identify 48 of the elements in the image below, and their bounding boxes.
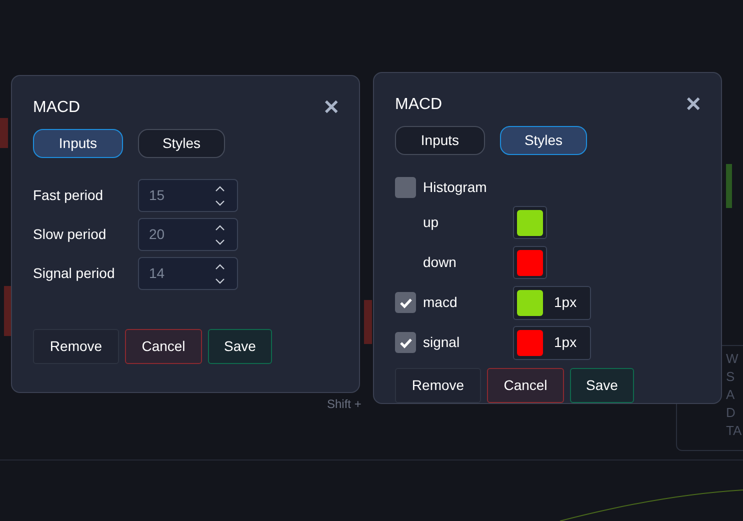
check-icon — [398, 336, 412, 348]
number-field[interactable]: 20 — [138, 218, 238, 251]
candle — [364, 300, 372, 344]
shortcut-key: TA — [726, 422, 742, 439]
checkbox[interactable] — [395, 292, 416, 313]
stepper-icon[interactable] — [215, 262, 225, 284]
checkbox[interactable] — [395, 176, 416, 198]
dialog-button[interactable]: Save — [208, 329, 272, 364]
tab[interactable]: Styles — [138, 129, 225, 158]
style-label: Histogram — [423, 178, 487, 197]
color-swatch[interactable] — [517, 290, 543, 316]
candle — [0, 118, 8, 148]
dialog-title: MACD — [33, 98, 80, 118]
line-width: 1px — [554, 333, 577, 352]
line-style-picker[interactable]: 1px — [513, 286, 591, 320]
close-button[interactable]: ✕ — [685, 95, 702, 115]
tab[interactable]: Inputs — [395, 126, 485, 155]
line-style-picker[interactable]: 1px — [513, 326, 591, 360]
style-label: up — [423, 213, 440, 232]
dialog-button[interactable]: Remove — [395, 368, 481, 403]
shortcut-hint: Shift + — [327, 396, 362, 413]
dialog-button[interactable]: Cancel — [487, 368, 564, 403]
checkbox[interactable] — [395, 332, 416, 353]
number-field[interactable]: 14 — [138, 257, 238, 290]
shortcut-key: D — [726, 404, 742, 421]
candle — [726, 164, 732, 208]
color-swatch[interactable] — [517, 330, 543, 356]
dialog-button[interactable]: Cancel — [125, 329, 202, 364]
field-label: Fast period — [33, 186, 104, 205]
style-label: macd — [423, 293, 458, 312]
field-label: Slow period — [33, 225, 108, 244]
tab[interactable]: Inputs — [33, 129, 123, 158]
stepper-icon[interactable] — [215, 224, 225, 246]
style-label: signal — [423, 333, 461, 352]
style-label: down — [423, 253, 458, 272]
tab[interactable]: Styles — [500, 126, 587, 155]
shortcut-key: W — [726, 350, 742, 367]
close-button[interactable]: ✕ — [323, 98, 340, 118]
field-label: Signal period — [33, 264, 116, 283]
number-field[interactable]: 15 — [138, 179, 238, 212]
line-width: 1px — [554, 293, 577, 312]
dialog-button[interactable]: Remove — [33, 329, 119, 364]
shortcut-key: S — [726, 368, 742, 385]
stepper-icon[interactable] — [215, 184, 225, 206]
shortcut-key: A — [726, 386, 742, 403]
dialog-title: MACD — [395, 95, 442, 115]
check-icon — [398, 296, 412, 308]
dialog-button[interactable]: Save — [570, 368, 634, 403]
